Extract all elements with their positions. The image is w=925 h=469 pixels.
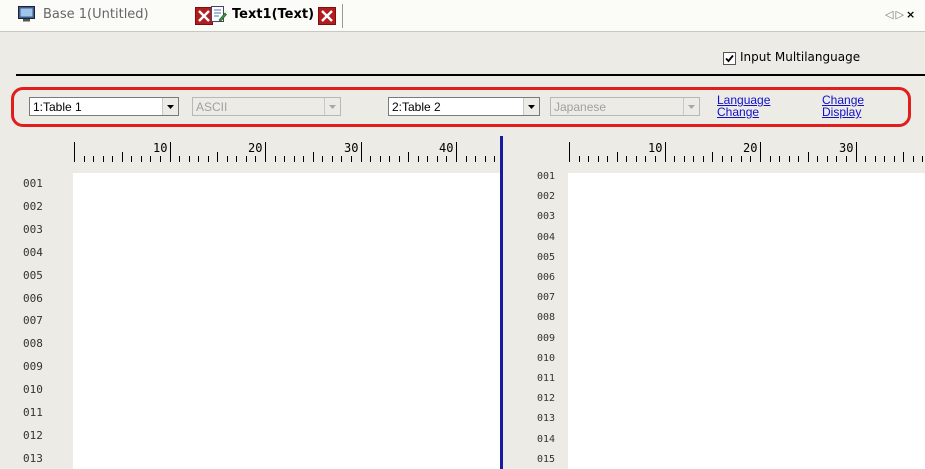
left-table-select[interactable]: 1:Table 1 [29,97,179,116]
line-number: 011 [537,373,556,384]
tab-base-1[interactable]: Base 1(Untitled) [43,7,149,22]
chevron-down-icon [683,98,699,115]
line-number: 005 [537,251,556,263]
left-column-ruler: 10 20 30 40 [73,135,500,163]
pane-divider[interactable] [500,136,503,469]
change-display-link[interactable]: Change Display [822,94,864,118]
line-number: 003 [23,222,43,236]
tab-next-icon[interactable]: ▷ [895,8,905,21]
language-change-link[interactable]: Language Change [717,94,770,118]
line-number: 002 [537,191,556,203]
line-number: 008 [23,337,43,351]
close-all-icon[interactable]: × [906,8,917,21]
line-number: 001 [537,171,556,182]
ruler-label: 30 [344,141,358,155]
editor-tab-bar: Base 1(Untitled) Text1(Text) ◁▷× [0,0,925,32]
line-number: 010 [537,352,556,364]
line-number: 008 [537,312,556,324]
line-number: 004 [23,245,43,259]
ruler-label: 20 [248,141,262,155]
ruler-label: 10 [648,141,662,155]
right-column-ruler: 10203040 [568,135,925,163]
separator-line [16,74,925,76]
right-table-select[interactable]: 2:Table 2 [388,97,540,116]
line-number: 012 [23,428,43,442]
close-icon[interactable] [318,7,336,25]
line-number: 011 [23,406,43,419]
tab-text-1[interactable]: Text1(Text) [232,7,314,22]
tab-separator [342,4,343,28]
line-number: 003 [537,211,556,223]
ruler-label: 20 [743,141,757,155]
line-number: 006 [23,291,43,305]
right-encoding-select-value: Japanese [554,100,607,114]
line-number: 015 [537,453,556,465]
line-number: 009 [537,332,556,344]
chevron-down-icon[interactable] [162,98,178,115]
tab-prev-icon[interactable]: ◁ [885,8,895,21]
base-screen-icon [18,6,35,22]
input-multilanguage-label: Input Multilanguage [740,50,861,64]
chevron-down-icon[interactable] [523,98,539,115]
line-number: 010 [23,383,43,397]
line-number: 013 [23,451,43,465]
right-table-select-value: 2:Table 2 [392,100,441,114]
right-encoding-select: Japanese [550,97,700,116]
line-number: 004 [537,231,556,243]
tab-navigation: ◁▷× [885,8,917,21]
left-text-area[interactable] [73,173,500,469]
line-number: 013 [537,413,556,425]
line-number: 002 [23,199,43,213]
line-number: 006 [537,272,556,283]
line-number: 001 [23,177,43,190]
line-number: 014 [537,433,556,445]
input-multilanguage-checkbox[interactable] [723,52,736,65]
text-file-icon [210,5,227,23]
right-text-area[interactable] [568,173,925,469]
ruler-label: 30 [839,141,853,155]
left-encoding-select-value: ASCII [196,100,228,114]
ruler-label: 40 [439,141,453,155]
ruler-label: 10 [153,141,167,155]
chevron-down-icon [324,98,340,115]
tab-bar-border [0,31,925,32]
line-number: 007 [23,314,43,328]
line-number: 005 [23,268,43,282]
left-table-select-value: 1:Table 1 [33,100,82,114]
line-number: 009 [23,360,43,374]
line-number: 012 [537,393,556,405]
line-number: 007 [537,292,556,304]
left-encoding-select: ASCII [192,97,341,116]
